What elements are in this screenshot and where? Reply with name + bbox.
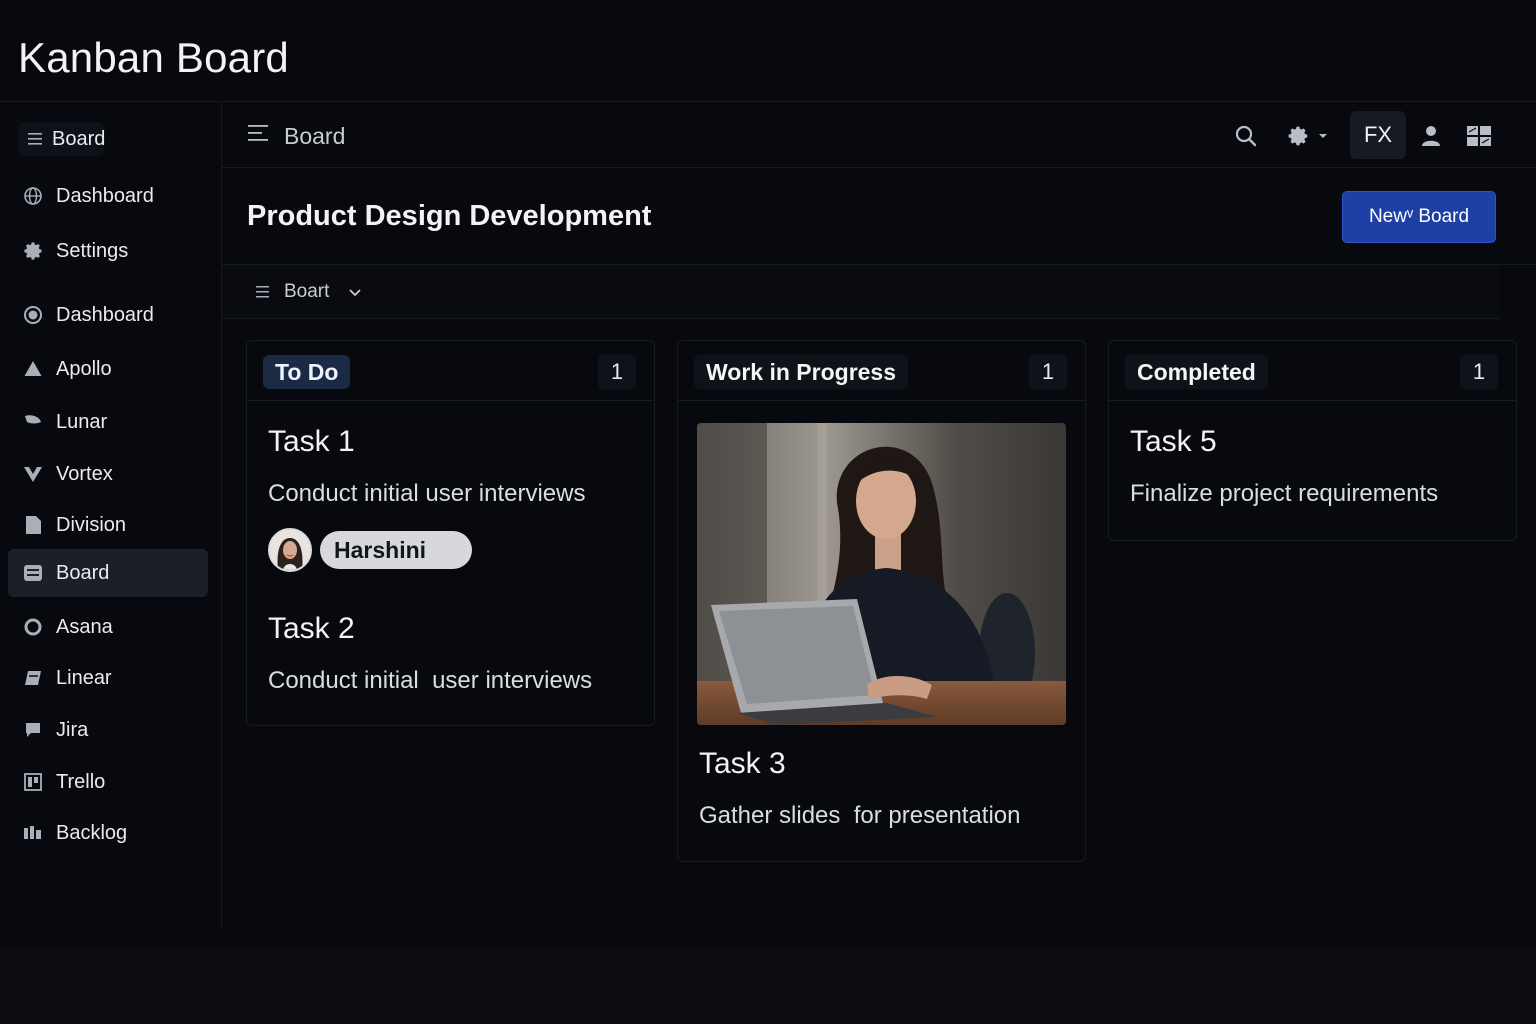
gear-icon [22,240,44,262]
task-title: Task 3 [699,747,786,780]
column-in-progress: Work in Progress 1 Task 3 Gather slides … [677,340,1086,862]
triangle-icon [22,358,44,380]
sidebar-item-asana[interactable]: Asana [8,605,208,649]
chat-icon [22,719,44,741]
task-description: Conduct initial user interviews [268,480,586,507]
sidebar-item-label: Asana [56,615,113,638]
vortex-icon [22,463,44,485]
column-completed: Completed 1 Task 5 Finalize project requ… [1108,340,1517,541]
sidebar-item-dashboard-2[interactable]: Dashboard [8,293,208,337]
task-card[interactable]: Task 2 Conduct initial user interviews [247,588,654,695]
assignee-name-pill: Harshini [320,531,473,569]
sidebar-item-label: Dashboard [56,303,154,326]
sidebar-item-dashboard[interactable]: Dashboard [8,174,208,218]
task-title: Task 2 [268,612,355,645]
sidebar-item-backlog[interactable]: Backlog [8,811,208,855]
sidebar-item-label: Apollo [56,357,112,380]
main-panel: Board FX Product Design Development New⁠… [222,102,1536,948]
circle-icon [22,304,44,326]
sidebar-item-vortex[interactable]: Vortex [8,452,208,496]
sidebar-item-label: Backlog [56,821,128,844]
sidebar-item-jira[interactable]: Jira [8,708,208,752]
app-title: Kanban Board [18,34,289,81]
column-title: To Do [263,355,351,389]
task-description: Gather slides for presentation [699,802,1021,829]
document-icon [22,514,44,536]
sidebar-item-label: Board [56,561,110,584]
topbar: Board FX [222,102,1536,168]
list-icon [256,285,270,299]
column-header: Completed 1 [1109,341,1516,401]
board-icon [22,562,44,584]
trello-icon [22,771,44,793]
column-title: Completed [1125,355,1268,389]
task-card[interactable]: Task 5 Finalize project requirements [1109,401,1516,508]
layout-grid-icon[interactable] [1466,124,1492,153]
backlog-icon [22,822,44,844]
view-label: Boart [284,281,330,302]
task-cover-image [697,423,1066,725]
hamburger-menu-icon[interactable] [248,124,270,146]
sidebar: Board Dashboard Settings Dashboard Apoll… [0,102,222,928]
sidebar-item-trello[interactable]: Trello [8,760,208,804]
task-description: Conduct initial user interviews [268,667,593,694]
sidebar-item-division[interactable]: Division [8,503,208,547]
ring-icon [22,616,44,638]
column-todo: To Do 1 Task 1 Conduct initial user inte… [246,340,655,726]
sidebar-item-apollo[interactable]: Apollo [8,347,208,391]
sidebar-item-label: Lunar [56,410,108,433]
sidebar-item-lunar[interactable]: Lunar [8,400,208,444]
column-count-badge: 1 [1029,355,1067,389]
topbar-title: Board [284,123,346,149]
sidebar-item-label: Vortex [56,462,113,485]
page-title: Product Design Development [247,200,652,232]
sidebar-item-settings[interactable]: Settings [8,229,208,273]
sidebar-item-label: Jira [56,718,89,741]
chevron-down-icon[interactable] [348,285,362,303]
sidebar-item-label: Settings [56,239,129,262]
task-card[interactable]: Task 3 Gather slides for presentation [678,423,1085,830]
view-switcher[interactable]: Boart [222,265,1500,319]
new-board-button-label: New⁠ᵛ Board [1368,206,1470,227]
leaf-icon [22,411,44,433]
task-title: Task 1 [268,425,355,458]
sidebar-item-board[interactable]: Board [8,549,208,597]
sidebar-item-linear[interactable]: Linear [8,656,208,700]
search-icon[interactable] [1234,124,1258,153]
column-count-badge: 1 [598,355,636,389]
column-header: To Do 1 [247,341,654,401]
task-title: Task 5 [1130,425,1217,458]
new-board-button[interactable]: New⁠ᵛ Board [1342,191,1496,243]
menu-icon [28,128,42,150]
column-header: Work in Progress 1 [678,341,1085,401]
avatar [268,528,312,572]
footer-bar [0,948,1536,1024]
linear-icon [22,667,44,689]
sidebar-item-label: Trello [56,770,106,793]
sidebar-item-label: Board [52,127,106,150]
user-icon[interactable] [1420,124,1442,153]
column-title: Work in Progress [694,355,909,389]
settings-dropdown-icon[interactable] [1286,124,1328,153]
sidebar-item-board-top[interactable]: Board [18,122,106,156]
sidebar-item-label: Linear [56,666,112,689]
sidebar-item-label: Dashboard [56,184,154,207]
sidebar-item-label: Division [56,513,127,536]
task-card[interactable]: Task 1 Conduct initial user interviews H… [247,401,654,572]
assignee[interactable]: Harshini [268,528,633,572]
user-initials-button[interactable]: FX [1350,111,1406,159]
globe-icon [22,185,44,207]
task-description: Finalize project requirements [1130,480,1439,507]
column-count-badge: 1 [1460,355,1498,389]
